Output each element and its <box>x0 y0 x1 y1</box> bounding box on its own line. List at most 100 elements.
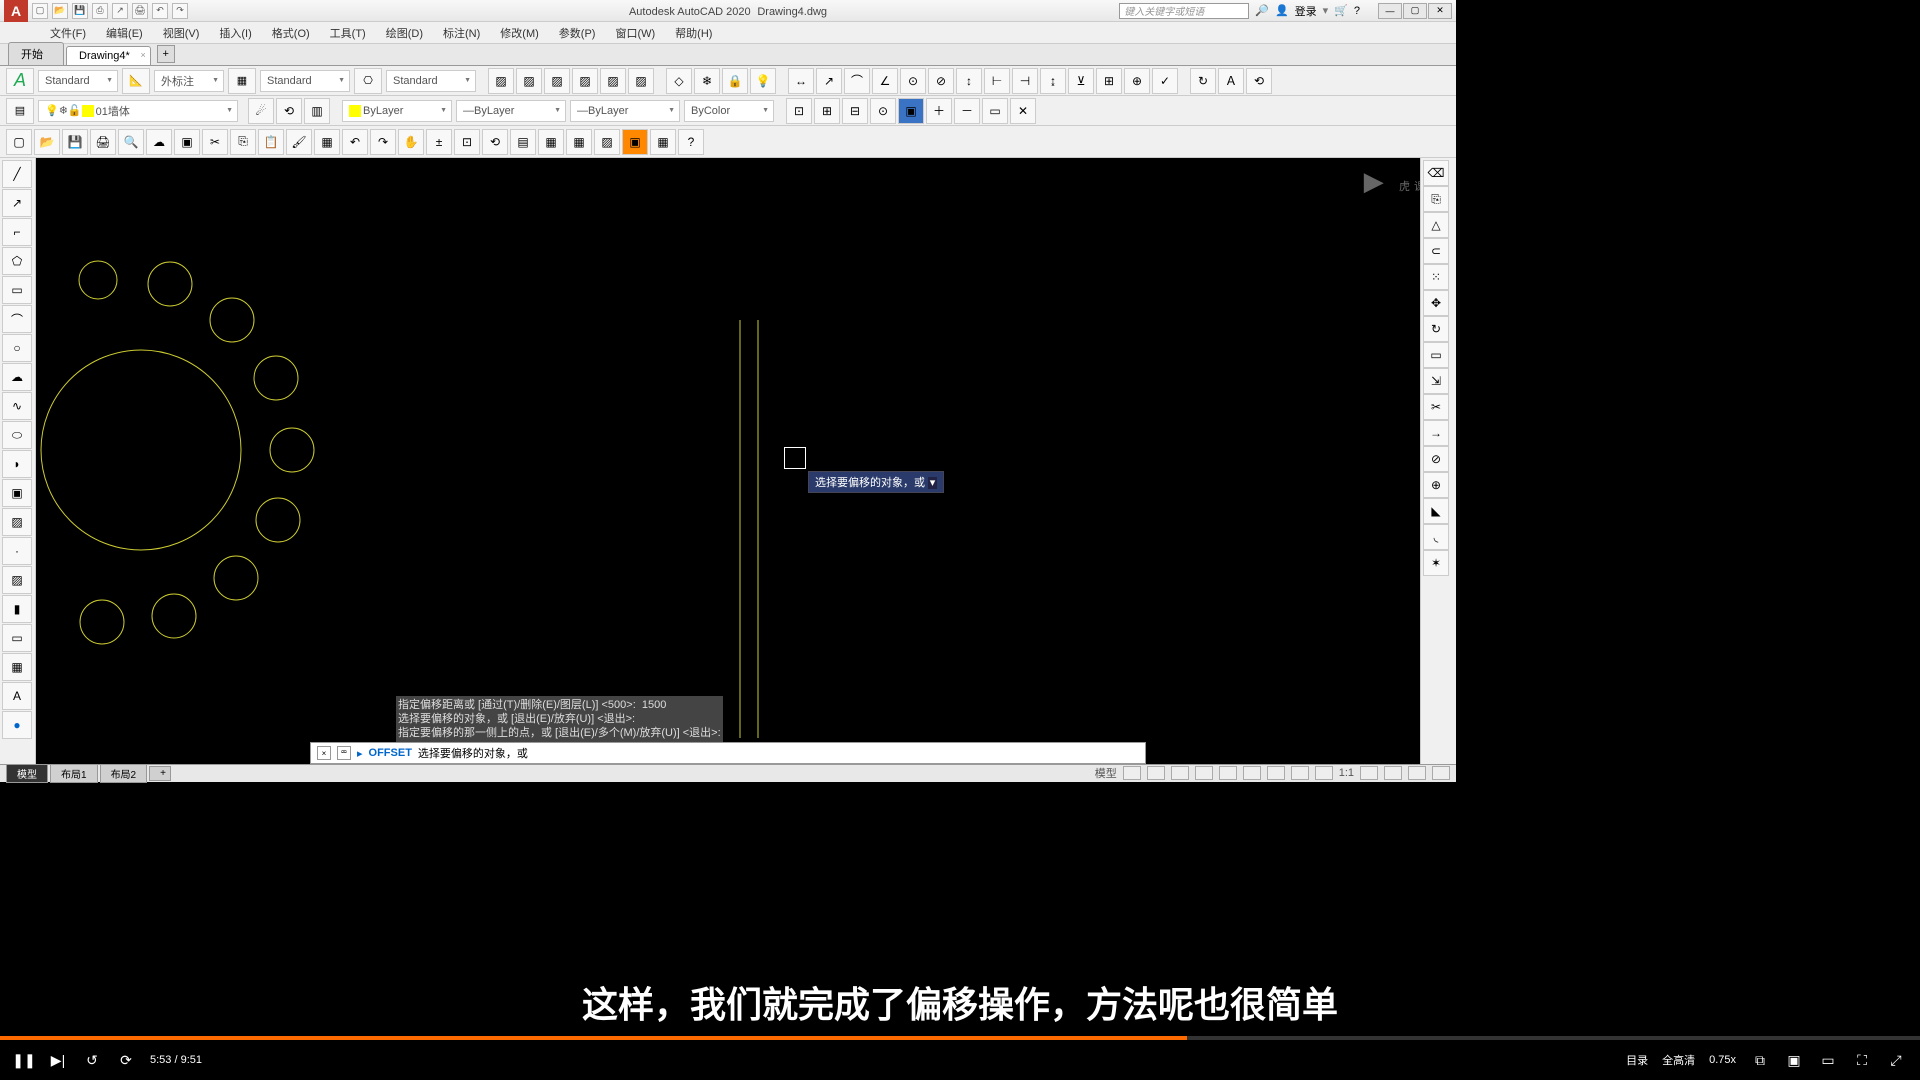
cut-icon[interactable]: ✂ <box>202 129 228 155</box>
menu-edit[interactable]: 编辑(E) <box>96 25 153 41</box>
layer-tool-6[interactable]: ▨ <box>628 68 654 94</box>
qat-saveas-icon[interactable]: ⎙ <box>92 3 108 19</box>
offset-tool[interactable]: ⊂ <box>1423 238 1449 264</box>
scale-tool[interactable]: ▭ <box>1423 342 1449 368</box>
redo2-icon[interactable]: ↷ <box>370 129 396 155</box>
add-layout[interactable]: + <box>149 766 171 781</box>
dim-linear[interactable]: ↔ <box>788 68 814 94</box>
qat-print-icon[interactable]: 🖨 <box>132 3 148 19</box>
open-icon[interactable]: 📂 <box>34 129 60 155</box>
circle-tool[interactable]: ○ <box>2 334 32 362</box>
sb-3dosnap[interactable] <box>1243 766 1261 780</box>
copy-icon[interactable]: ⎘ <box>230 129 256 155</box>
wide-icon[interactable]: ⛶ <box>1852 1050 1872 1070</box>
zoom-p-icon[interactable]: ⟲ <box>482 129 508 155</box>
xline-tool[interactable]: ↗ <box>2 189 32 217</box>
exchange-icon[interactable]: 🛒 <box>1334 4 1348 17</box>
layer-props-icon[interactable]: ▤ <box>6 98 34 124</box>
sb-clean[interactable] <box>1432 766 1450 780</box>
text-style-icon[interactable]: A <box>6 68 34 94</box>
cmd-recent-icon[interactable]: ⮹ <box>337 746 351 760</box>
3d-icon[interactable]: ▣ <box>174 129 200 155</box>
qat-new-icon[interactable]: ▢ <box>32 3 48 19</box>
tab-drawing[interactable]: Drawing4*× <box>66 46 151 65</box>
plot-icon[interactable]: 🖨 <box>90 129 116 155</box>
spline-tool[interactable]: ∿ <box>2 392 32 420</box>
menu-file[interactable]: 文件(F) <box>40 25 96 41</box>
table-style-combo[interactable]: Standard <box>260 70 350 92</box>
dim-style-combo[interactable]: 外标注 <box>154 70 224 92</box>
revcloud-tool[interactable]: ☁ <box>2 363 32 391</box>
layer-combo[interactable]: 💡❄🔓 01墙体 <box>38 100 238 122</box>
new-icon[interactable]: ▢ <box>6 129 32 155</box>
text-style-combo[interactable]: Standard <box>38 70 118 92</box>
ml-style-combo[interactable]: Standard <box>386 70 476 92</box>
add-tool[interactable]: ● <box>2 711 32 739</box>
sb-ortho[interactable] <box>1171 766 1189 780</box>
zoom-center[interactable]: ⊙ <box>870 98 896 124</box>
zoom-rt-icon[interactable]: ± <box>426 129 452 155</box>
login-label[interactable]: 登录 <box>1295 3 1317 19</box>
sb-snap[interactable] <box>1147 766 1165 780</box>
theater-icon[interactable]: ▭ <box>1818 1050 1838 1070</box>
qat-open-icon[interactable]: 📂 <box>52 3 68 19</box>
block2-tool[interactable]: ▨ <box>2 508 32 536</box>
zoom-window[interactable]: ⊡ <box>786 98 812 124</box>
menu-param[interactable]: 参数(P) <box>549 25 606 41</box>
sheet-icon[interactable]: ▦ <box>566 129 592 155</box>
fullscreen-icon[interactable]: ⤢ <box>1886 1050 1906 1070</box>
laystate[interactable]: ▥ <box>304 98 330 124</box>
mtext-tool[interactable]: A <box>2 682 32 710</box>
publish-icon[interactable]: ☁ <box>146 129 172 155</box>
sb-iso[interactable] <box>1408 766 1426 780</box>
zoom-obj[interactable]: ▣ <box>898 98 924 124</box>
mirror-tool[interactable]: △ <box>1423 212 1449 238</box>
menu-draw[interactable]: 绘图(D) <box>376 25 433 41</box>
plotstyle-combo[interactable]: ByColor <box>684 100 774 122</box>
model-tab[interactable]: 模型 <box>6 764 48 783</box>
save-icon[interactable]: 💾 <box>62 129 88 155</box>
pip-icon[interactable]: ⧉ <box>1750 1050 1770 1070</box>
layout2-tab[interactable]: 布局2 <box>100 764 148 783</box>
layer-tool-3[interactable]: ▨ <box>544 68 570 94</box>
trim-tool[interactable]: ✂ <box>1423 394 1449 420</box>
ellipse-tool[interactable]: ⬭ <box>2 421 32 449</box>
preview-icon[interactable]: 🔍 <box>118 129 144 155</box>
dim-update[interactable]: ↻ <box>1190 68 1216 94</box>
insert-tool[interactable]: ▣ <box>2 479 32 507</box>
drawing-canvas[interactable]: 选择要偏移的对象，或 ▾ 笔记 ▶ 虎课网 指定偏移距离或 [通过(T)/删除(… <box>36 158 1456 782</box>
pan-icon[interactable]: ✋ <box>398 129 424 155</box>
sb-gear[interactable] <box>1360 766 1378 780</box>
new-tab-button[interactable]: + <box>157 45 175 63</box>
command-line[interactable]: × ⮹ ▸ OFFSET 选择要偏移的对象，或 <box>310 742 1146 764</box>
lineweight-combo[interactable]: — ByLayer <box>570 100 680 122</box>
menu-view[interactable]: 视图(V) <box>153 25 210 41</box>
help-icon[interactable]: ? <box>1354 5 1360 17</box>
menu-tools[interactable]: 工具(T) <box>320 25 376 41</box>
zoom-out[interactable]: － <box>954 98 980 124</box>
dim-aligned[interactable]: ↗ <box>816 68 842 94</box>
layer-tool-1[interactable]: ▨ <box>488 68 514 94</box>
layer-tool-5[interactable]: ▨ <box>600 68 626 94</box>
dim-style-icon[interactable]: 📐 <box>122 68 150 94</box>
menu-dim[interactable]: 标注(N) <box>433 25 490 41</box>
sb-transp[interactable] <box>1315 766 1333 780</box>
zoom-all[interactable]: ▭ <box>982 98 1008 124</box>
polygon-tool[interactable]: ⬠ <box>2 247 32 275</box>
undo2-icon[interactable]: ↶ <box>342 129 368 155</box>
break-tool[interactable]: ⊘ <box>1423 446 1449 472</box>
laymatch[interactable]: ☄ <box>248 98 274 124</box>
rect-tool[interactable]: ▭ <box>2 276 32 304</box>
dsm-icon[interactable]: ▦ <box>538 129 564 155</box>
extend-tool[interactable]: → <box>1423 420 1449 446</box>
menu-help[interactable]: 帮助(H) <box>665 25 722 41</box>
capture-icon[interactable]: ▣ <box>1784 1050 1804 1070</box>
layer-tool-4[interactable]: ▨ <box>572 68 598 94</box>
sb-lw[interactable] <box>1291 766 1309 780</box>
app-icon[interactable]: A <box>4 0 28 23</box>
menu-window[interactable]: 窗口(W) <box>605 25 665 41</box>
move-tool[interactable]: ✥ <box>1423 290 1449 316</box>
dim-center[interactable]: ⊕ <box>1124 68 1150 94</box>
layout1-tab[interactable]: 布局1 <box>50 764 98 783</box>
cmd-close-icon[interactable]: × <box>317 746 331 760</box>
